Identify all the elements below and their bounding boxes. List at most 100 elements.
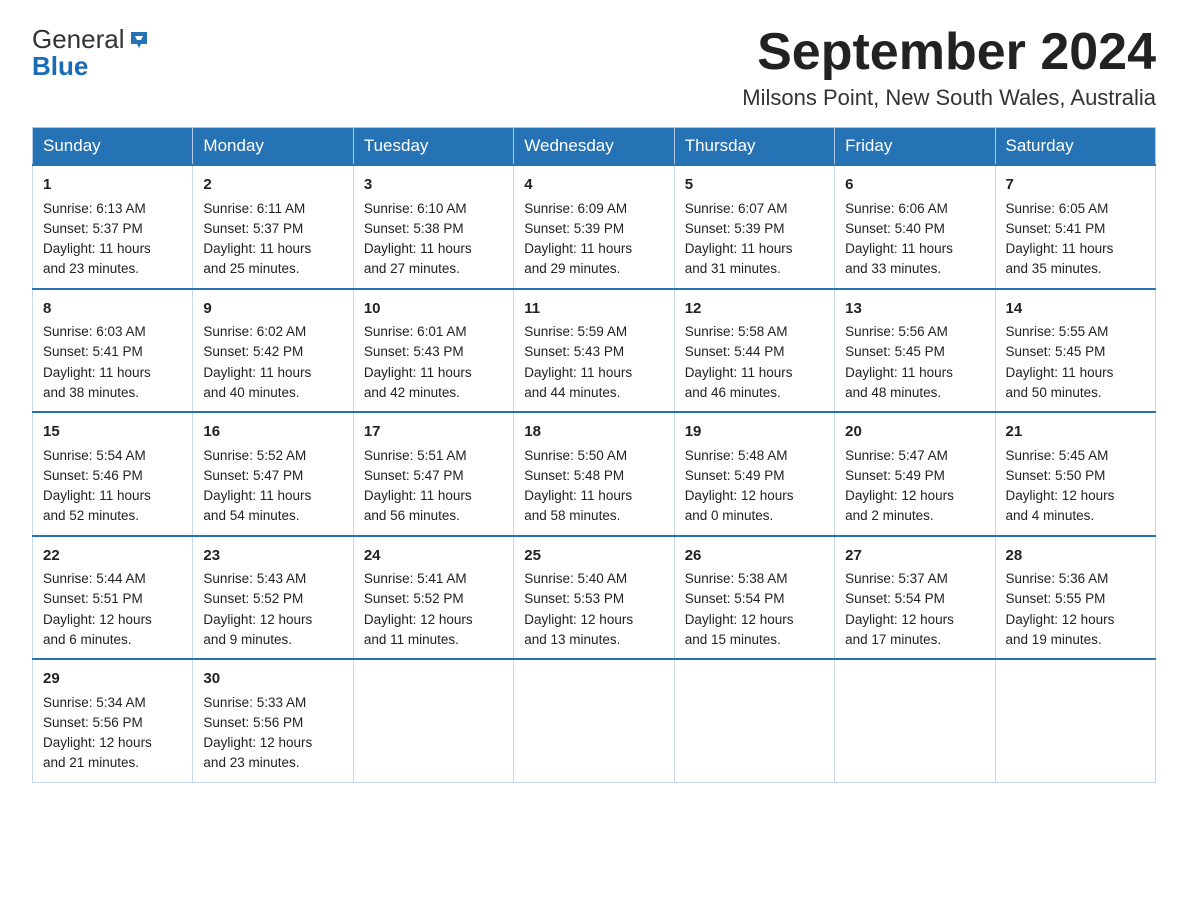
day-number: 18 bbox=[524, 421, 663, 444]
calendar-cell: 12Sunrise: 5:58 AMSunset: 5:44 PMDayligh… bbox=[674, 289, 834, 413]
daylight-text: Daylight: 12 hoursand 13 minutes. bbox=[524, 610, 663, 651]
sunset-text: Sunset: 5:49 PM bbox=[845, 466, 984, 486]
day-number: 8 bbox=[43, 298, 182, 321]
calendar-cell: 23Sunrise: 5:43 AMSunset: 5:52 PMDayligh… bbox=[193, 536, 353, 660]
col-header-thursday: Thursday bbox=[674, 128, 834, 166]
calendar-cell: 20Sunrise: 5:47 AMSunset: 5:49 PMDayligh… bbox=[835, 412, 995, 536]
sunset-text: Sunset: 5:52 PM bbox=[203, 589, 342, 609]
month-title: September 2024 bbox=[742, 24, 1156, 81]
daylight-minutes: and 48 minutes. bbox=[845, 385, 941, 400]
sunrise-text: Sunrise: 5:40 AM bbox=[524, 569, 663, 589]
sunset-text: Sunset: 5:39 PM bbox=[685, 219, 824, 239]
daylight-text: Daylight: 12 hoursand 19 minutes. bbox=[1006, 610, 1145, 651]
calendar-cell bbox=[835, 659, 995, 782]
sunset-text: Sunset: 5:55 PM bbox=[1006, 589, 1145, 609]
sunset-text: Sunset: 5:39 PM bbox=[524, 219, 663, 239]
header-row: SundayMondayTuesdayWednesdayThursdayFrid… bbox=[33, 128, 1156, 166]
daylight-text: Daylight: 11 hoursand 33 minutes. bbox=[845, 239, 984, 280]
daylight-text: Daylight: 11 hoursand 38 minutes. bbox=[43, 363, 182, 404]
sunrise-text: Sunrise: 5:41 AM bbox=[364, 569, 503, 589]
week-row-3: 15Sunrise: 5:54 AMSunset: 5:46 PMDayligh… bbox=[33, 412, 1156, 536]
calendar-cell bbox=[674, 659, 834, 782]
week-row-2: 8Sunrise: 6:03 AMSunset: 5:41 PMDaylight… bbox=[33, 289, 1156, 413]
sunset-text: Sunset: 5:47 PM bbox=[203, 466, 342, 486]
daylight-minutes: and 6 minutes. bbox=[43, 632, 132, 647]
daylight-minutes: and 29 minutes. bbox=[524, 261, 620, 276]
calendar-cell: 22Sunrise: 5:44 AMSunset: 5:51 PMDayligh… bbox=[33, 536, 193, 660]
daylight-text: Daylight: 12 hoursand 15 minutes. bbox=[685, 610, 824, 651]
daylight-text: Daylight: 11 hoursand 40 minutes. bbox=[203, 363, 342, 404]
col-header-tuesday: Tuesday bbox=[353, 128, 513, 166]
sunrise-text: Sunrise: 5:54 AM bbox=[43, 446, 182, 466]
daylight-minutes: and 40 minutes. bbox=[203, 385, 299, 400]
sunrise-text: Sunrise: 5:33 AM bbox=[203, 693, 342, 713]
daylight-text: Daylight: 11 hoursand 46 minutes. bbox=[685, 363, 824, 404]
calendar-cell: 21Sunrise: 5:45 AMSunset: 5:50 PMDayligh… bbox=[995, 412, 1155, 536]
sunset-text: Sunset: 5:50 PM bbox=[1006, 466, 1145, 486]
sunset-text: Sunset: 5:40 PM bbox=[845, 219, 984, 239]
daylight-text: Daylight: 11 hoursand 50 minutes. bbox=[1006, 363, 1145, 404]
sunrise-text: Sunrise: 6:03 AM bbox=[43, 322, 182, 342]
sunset-text: Sunset: 5:56 PM bbox=[203, 713, 342, 733]
daylight-text: Daylight: 11 hoursand 44 minutes. bbox=[524, 363, 663, 404]
daylight-minutes: and 17 minutes. bbox=[845, 632, 941, 647]
sunset-text: Sunset: 5:56 PM bbox=[43, 713, 182, 733]
calendar-cell: 24Sunrise: 5:41 AMSunset: 5:52 PMDayligh… bbox=[353, 536, 513, 660]
calendar-table: SundayMondayTuesdayWednesdayThursdayFrid… bbox=[32, 127, 1156, 783]
sunset-text: Sunset: 5:53 PM bbox=[524, 589, 663, 609]
day-number: 2 bbox=[203, 174, 342, 197]
calendar-cell bbox=[353, 659, 513, 782]
sunset-text: Sunset: 5:37 PM bbox=[203, 219, 342, 239]
calendar-cell: 6Sunrise: 6:06 AMSunset: 5:40 PMDaylight… bbox=[835, 165, 995, 289]
col-header-friday: Friday bbox=[835, 128, 995, 166]
calendar-cell: 28Sunrise: 5:36 AMSunset: 5:55 PMDayligh… bbox=[995, 536, 1155, 660]
daylight-minutes: and 33 minutes. bbox=[845, 261, 941, 276]
sunrise-text: Sunrise: 6:11 AM bbox=[203, 199, 342, 219]
col-header-saturday: Saturday bbox=[995, 128, 1155, 166]
sunset-text: Sunset: 5:51 PM bbox=[43, 589, 182, 609]
sunrise-text: Sunrise: 5:36 AM bbox=[1006, 569, 1145, 589]
sunrise-text: Sunrise: 6:13 AM bbox=[43, 199, 182, 219]
day-number: 5 bbox=[685, 174, 824, 197]
daylight-minutes: and 54 minutes. bbox=[203, 508, 299, 523]
sunset-text: Sunset: 5:47 PM bbox=[364, 466, 503, 486]
sunrise-text: Sunrise: 5:38 AM bbox=[685, 569, 824, 589]
day-number: 24 bbox=[364, 545, 503, 568]
calendar-cell: 5Sunrise: 6:07 AMSunset: 5:39 PMDaylight… bbox=[674, 165, 834, 289]
sunset-text: Sunset: 5:49 PM bbox=[685, 466, 824, 486]
day-number: 14 bbox=[1006, 298, 1145, 321]
sunrise-text: Sunrise: 6:10 AM bbox=[364, 199, 503, 219]
daylight-text: Daylight: 11 hoursand 54 minutes. bbox=[203, 486, 342, 527]
calendar-cell: 18Sunrise: 5:50 AMSunset: 5:48 PMDayligh… bbox=[514, 412, 674, 536]
daylight-minutes: and 21 minutes. bbox=[43, 755, 139, 770]
day-number: 29 bbox=[43, 668, 182, 691]
calendar-cell: 27Sunrise: 5:37 AMSunset: 5:54 PMDayligh… bbox=[835, 536, 995, 660]
calendar-cell: 9Sunrise: 6:02 AMSunset: 5:42 PMDaylight… bbox=[193, 289, 353, 413]
calendar-cell: 8Sunrise: 6:03 AMSunset: 5:41 PMDaylight… bbox=[33, 289, 193, 413]
daylight-minutes: and 58 minutes. bbox=[524, 508, 620, 523]
calendar-cell bbox=[514, 659, 674, 782]
daylight-minutes: and 42 minutes. bbox=[364, 385, 460, 400]
sunset-text: Sunset: 5:43 PM bbox=[524, 342, 663, 362]
day-number: 1 bbox=[43, 174, 182, 197]
sunset-text: Sunset: 5:48 PM bbox=[524, 466, 663, 486]
day-number: 4 bbox=[524, 174, 663, 197]
daylight-minutes: and 38 minutes. bbox=[43, 385, 139, 400]
daylight-text: Daylight: 11 hoursand 35 minutes. bbox=[1006, 239, 1145, 280]
daylight-minutes: and 11 minutes. bbox=[364, 632, 459, 647]
sunrise-text: Sunrise: 5:51 AM bbox=[364, 446, 503, 466]
page-header: General Blue September 2024 Milsons Poin… bbox=[32, 24, 1156, 111]
daylight-minutes: and 44 minutes. bbox=[524, 385, 620, 400]
day-number: 6 bbox=[845, 174, 984, 197]
sunrise-text: Sunrise: 5:48 AM bbox=[685, 446, 824, 466]
daylight-text: Daylight: 12 hoursand 0 minutes. bbox=[685, 486, 824, 527]
daylight-text: Daylight: 11 hoursand 27 minutes. bbox=[364, 239, 503, 280]
sunrise-text: Sunrise: 5:47 AM bbox=[845, 446, 984, 466]
sunrise-text: Sunrise: 6:01 AM bbox=[364, 322, 503, 342]
daylight-minutes: and 9 minutes. bbox=[203, 632, 292, 647]
title-block: September 2024 Milsons Point, New South … bbox=[742, 24, 1156, 111]
sunrise-text: Sunrise: 5:34 AM bbox=[43, 693, 182, 713]
day-number: 9 bbox=[203, 298, 342, 321]
sunset-text: Sunset: 5:37 PM bbox=[43, 219, 182, 239]
sunrise-text: Sunrise: 5:56 AM bbox=[845, 322, 984, 342]
